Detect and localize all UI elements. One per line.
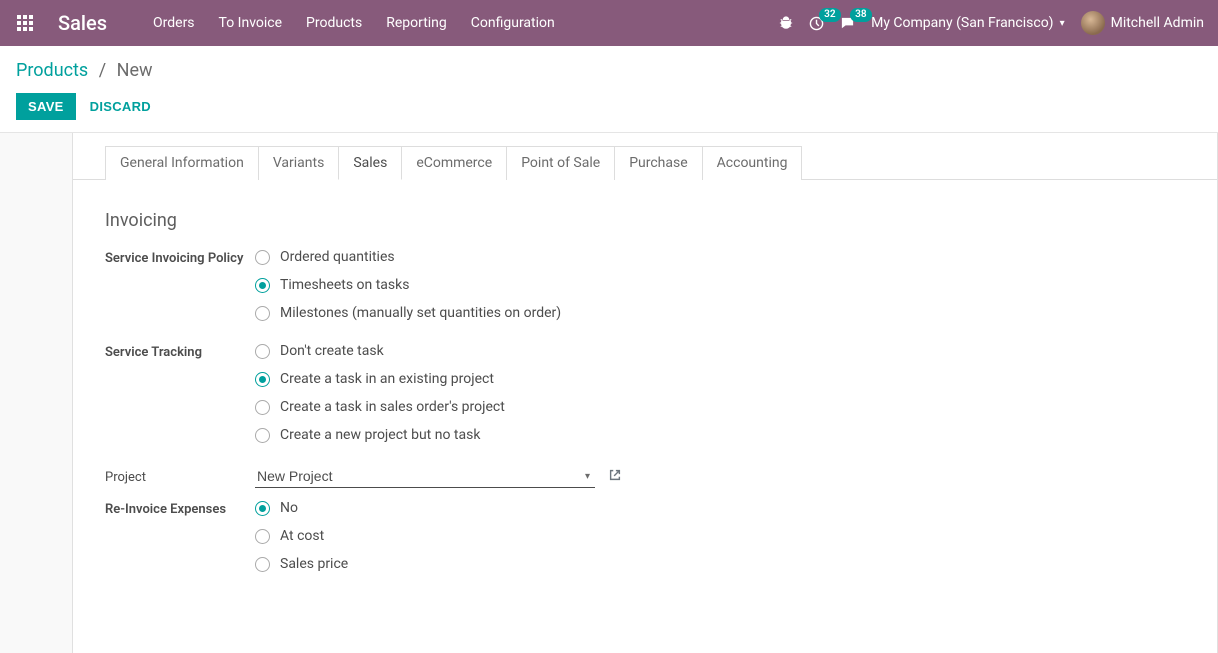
radio-group-service-tracking: Don't create task Create a task in an ex… bbox=[255, 343, 1185, 443]
user-name: Mitchell Admin bbox=[1111, 15, 1204, 31]
menu-products[interactable]: Products bbox=[306, 15, 362, 31]
radio-task-so-project[interactable]: Create a task in sales order's project bbox=[255, 399, 1185, 415]
radio-milestones[interactable]: Milestones (manually set quantities on o… bbox=[255, 305, 1185, 321]
menu-to-invoice[interactable]: To Invoice bbox=[219, 15, 283, 31]
breadcrumb-current: New bbox=[117, 60, 153, 81]
radio-group-reinvoice: No At cost Sales price bbox=[255, 500, 1185, 572]
activity-count: 32 bbox=[819, 8, 840, 22]
label-project: Project bbox=[105, 468, 255, 485]
tab-ecommerce[interactable]: eCommerce bbox=[401, 146, 507, 180]
section-title-invoicing: Invoicing bbox=[105, 210, 1185, 231]
tab-accounting[interactable]: Accounting bbox=[702, 146, 803, 180]
radio-ordered-quantities[interactable]: Ordered quantities bbox=[255, 249, 1185, 265]
tab-variants[interactable]: Variants bbox=[258, 146, 340, 180]
project-input[interactable] bbox=[255, 465, 595, 488]
save-button[interactable]: Save bbox=[16, 93, 76, 120]
label-service-tracking: Service Tracking bbox=[105, 343, 255, 360]
radio-reinvoice-no[interactable]: No bbox=[255, 500, 1185, 516]
menu-reporting[interactable]: Reporting bbox=[386, 15, 447, 31]
menu-orders[interactable]: Orders bbox=[153, 15, 195, 31]
apps-icon[interactable] bbox=[14, 12, 36, 34]
tab-sales[interactable]: Sales bbox=[338, 146, 402, 180]
company-switcher[interactable]: My Company (San Francisco) ▾ bbox=[871, 15, 1064, 31]
control-panel: Products / New Save Discard bbox=[0, 46, 1218, 133]
external-link-icon[interactable] bbox=[608, 468, 622, 486]
activity-icon[interactable]: 32 bbox=[809, 16, 824, 31]
systray: 32 38 My Company (San Francisco) ▾ Mitch… bbox=[779, 11, 1204, 35]
breadcrumb-separator: / bbox=[99, 60, 106, 81]
radio-reinvoice-at-cost[interactable]: At cost bbox=[255, 528, 1185, 544]
company-name: My Company (San Francisco) bbox=[871, 15, 1053, 31]
main-menu: Orders To Invoice Products Reporting Con… bbox=[153, 15, 555, 31]
radio-task-existing-project[interactable]: Create a task in an existing project bbox=[255, 371, 1185, 387]
tab-sales-panel: Invoicing Service Invoicing Policy Order… bbox=[73, 180, 1217, 624]
tab-point-of-sale[interactable]: Point of Sale bbox=[506, 146, 615, 180]
message-count: 38 bbox=[850, 8, 871, 22]
bug-icon[interactable] bbox=[779, 16, 793, 30]
radio-group-invoicing-policy: Ordered quantities Timesheets on tasks M… bbox=[255, 249, 1185, 321]
tab-general-information[interactable]: General Information bbox=[105, 146, 259, 180]
chevron-down-icon: ▾ bbox=[1060, 18, 1065, 29]
label-reinvoice-expenses: Re-Invoice Expenses bbox=[105, 500, 255, 517]
messaging-icon[interactable]: 38 bbox=[840, 16, 855, 31]
radio-no-task[interactable]: Don't create task bbox=[255, 343, 1185, 359]
radio-reinvoice-sales-price[interactable]: Sales price bbox=[255, 556, 1185, 572]
notebook-tabs: General Information Variants Sales eComm… bbox=[73, 133, 1217, 180]
brand-title[interactable]: Sales bbox=[58, 11, 107, 35]
radio-new-project-no-task[interactable]: Create a new project but no task bbox=[255, 427, 1185, 443]
tab-purchase[interactable]: Purchase bbox=[614, 146, 702, 180]
top-navbar: Sales Orders To Invoice Products Reporti… bbox=[0, 0, 1218, 46]
breadcrumb: Products / New bbox=[16, 60, 1202, 81]
radio-timesheets-on-tasks[interactable]: Timesheets on tasks bbox=[255, 277, 1185, 293]
avatar bbox=[1081, 11, 1105, 35]
breadcrumb-root[interactable]: Products bbox=[16, 60, 88, 81]
label-service-invoicing-policy: Service Invoicing Policy bbox=[105, 249, 255, 266]
user-menu[interactable]: Mitchell Admin bbox=[1081, 11, 1204, 35]
discard-button[interactable]: Discard bbox=[90, 99, 151, 114]
menu-configuration[interactable]: Configuration bbox=[471, 15, 555, 31]
form-sheet: General Information Variants Sales eComm… bbox=[72, 133, 1218, 653]
